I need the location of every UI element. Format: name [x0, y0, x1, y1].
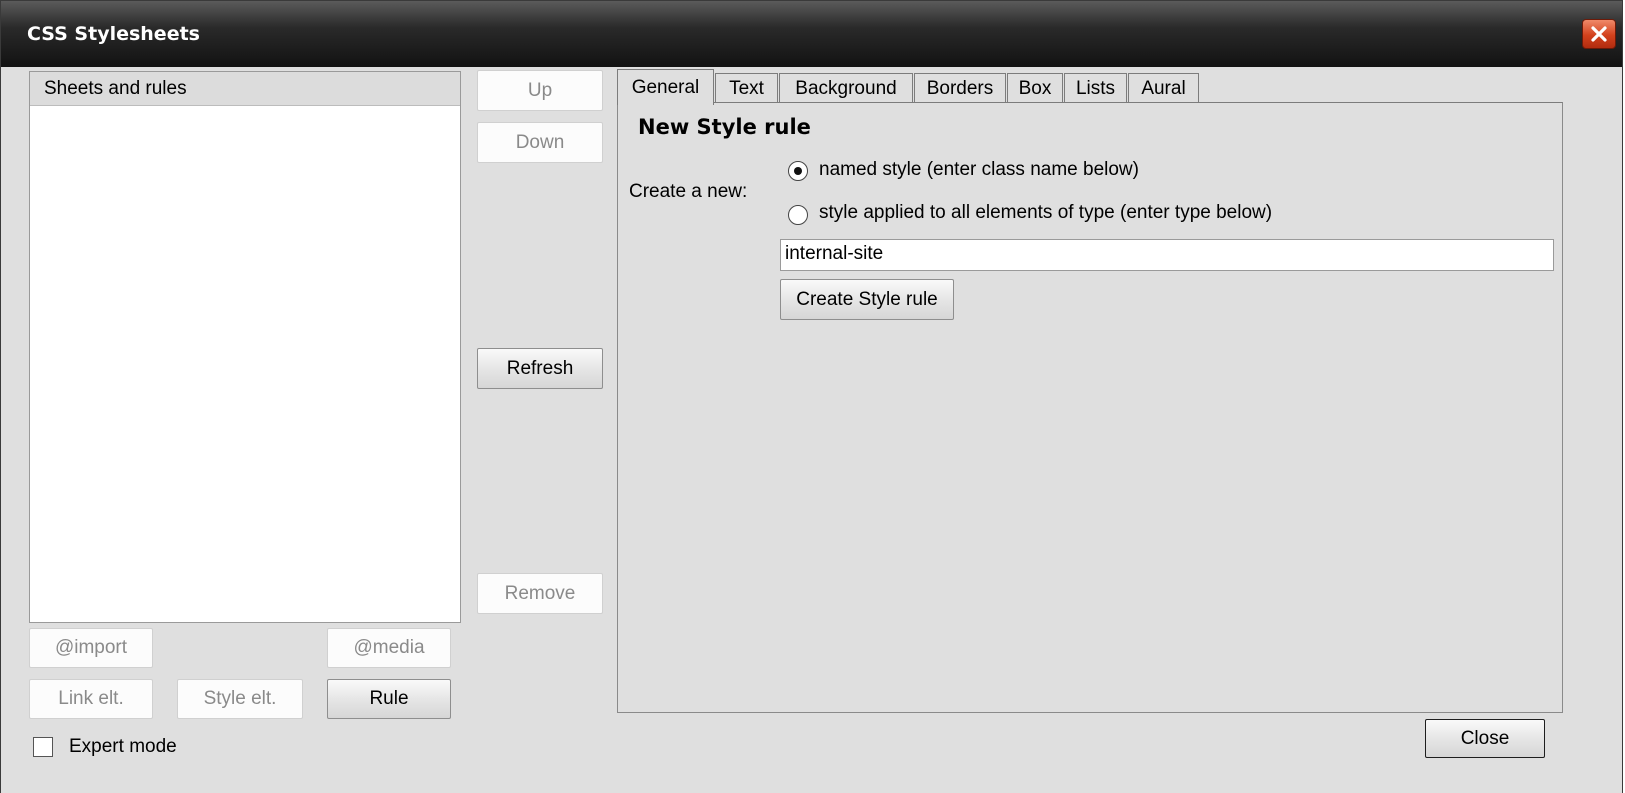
rule-button[interactable]: Rule — [327, 679, 451, 719]
link-elt-button[interactable]: Link elt. — [29, 679, 153, 719]
list-header: Sheets and rules — [30, 72, 460, 106]
media-button[interactable]: @media — [327, 628, 451, 668]
radio-type-style[interactable] — [788, 205, 808, 225]
tab-general[interactable]: General — [617, 69, 714, 105]
radio-named-style[interactable] — [788, 161, 808, 181]
tab-text[interactable]: Text — [715, 73, 778, 103]
dialog-body: Sheets and rules @import @media Link elt… — [7, 67, 1616, 793]
title-bar[interactable]: CSS Stylesheets — [1, 1, 1622, 67]
radio-named-style-label[interactable]: named style (enter class name below) — [819, 159, 1139, 181]
refresh-button[interactable]: Refresh — [477, 348, 603, 389]
css-stylesheets-dialog: CSS Stylesheets Sheets and rules @import… — [0, 0, 1623, 793]
sheets-rules-list[interactable]: Sheets and rules — [29, 71, 461, 623]
panel-heading: New Style rule — [638, 115, 811, 139]
class-name-input[interactable]: internal-site — [780, 239, 1554, 271]
close-button[interactable]: Close — [1425, 719, 1545, 758]
remove-button[interactable]: Remove — [477, 573, 603, 614]
down-button[interactable]: Down — [477, 122, 603, 163]
tab-borders[interactable]: Borders — [914, 73, 1006, 103]
import-button[interactable]: @import — [29, 628, 153, 668]
radio-type-style-label[interactable]: style applied to all elements of type (e… — [819, 202, 1272, 224]
expert-mode-label[interactable]: Expert mode — [69, 736, 177, 758]
up-button[interactable]: Up — [477, 70, 603, 111]
create-style-rule-button[interactable]: Create Style rule — [780, 279, 954, 320]
general-tab-panel: New Style rule Create a new: named style… — [617, 102, 1563, 713]
tab-background[interactable]: Background — [779, 73, 913, 103]
style-elt-button[interactable]: Style elt. — [177, 679, 303, 719]
create-new-label: Create a new: — [629, 181, 748, 202]
tab-box[interactable]: Box — [1007, 73, 1063, 103]
expert-mode-checkbox[interactable] — [33, 737, 53, 757]
tab-aural[interactable]: Aural — [1128, 73, 1199, 103]
tab-lists[interactable]: Lists — [1064, 73, 1127, 103]
window-title: CSS Stylesheets — [27, 23, 200, 45]
close-icon[interactable] — [1582, 19, 1616, 49]
